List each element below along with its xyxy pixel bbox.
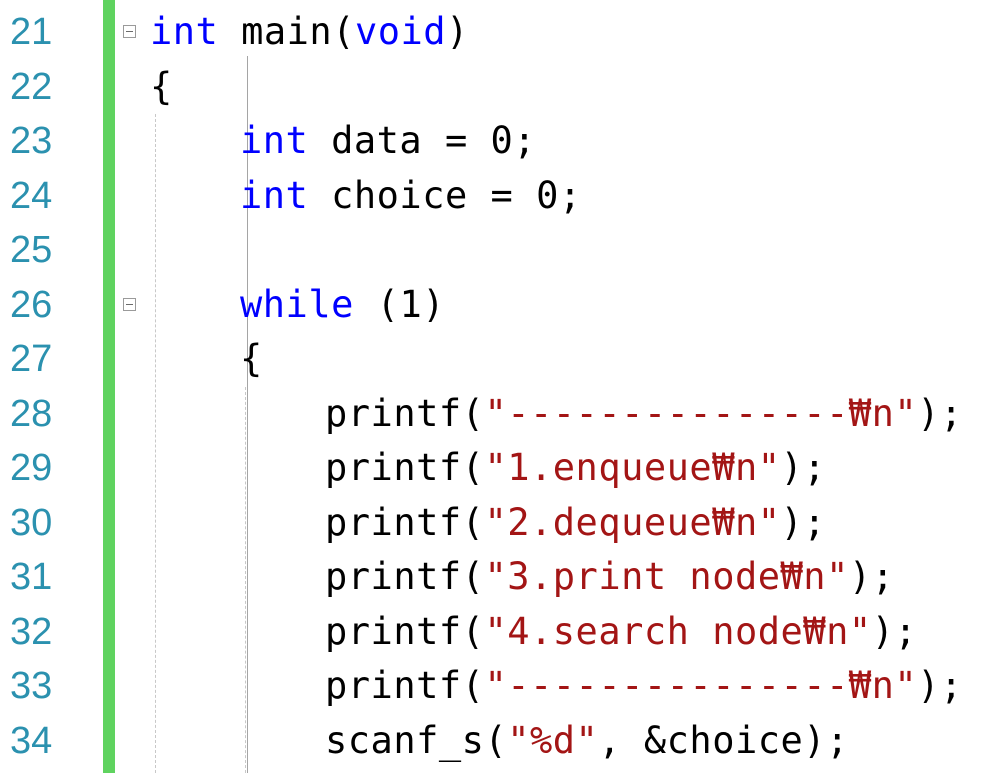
keyword-token: int	[240, 173, 309, 217]
code-token: printf(	[325, 664, 485, 707]
code-line: printf("1.enqueue₩n");	[325, 441, 826, 495]
line-number: 31	[10, 556, 53, 598]
code-token: )	[446, 10, 469, 53]
line-number: 24	[10, 174, 53, 217]
code-token: );	[780, 500, 827, 544]
code-token: );	[871, 609, 918, 653]
code-token: choice = 0;	[308, 173, 582, 217]
code-token: main(	[218, 10, 355, 53]
keyword-token: void	[354, 10, 447, 53]
line-number: 30	[10, 501, 53, 544]
line-number: 29	[10, 447, 53, 489]
code-line: printf("2.dequeue₩n");	[325, 496, 826, 550]
code-line: int choice = 0;	[240, 169, 582, 223]
change-tracking-bar	[103, 0, 115, 773]
code-token: );	[848, 555, 895, 598]
line-number: 21	[10, 11, 53, 53]
string-token: "---------------₩n"	[484, 664, 918, 707]
code-line: printf("---------------₩n");	[325, 387, 963, 441]
code-token: data = 0;	[308, 119, 537, 162]
code-line: {	[150, 60, 173, 114]
code-editor[interactable]: 21 22 23 24 25 26 27 28 29 30 31 32 33 3…	[0, 0, 993, 773]
code-token: {	[150, 64, 173, 108]
line-number: 25	[10, 229, 53, 271]
code-token: {	[240, 337, 263, 380]
code-token: scanf_s(	[325, 718, 508, 762]
code-line: scanf_s("%d", &choice);	[325, 714, 849, 768]
outlining-gutter	[117, 0, 248, 773]
code-line: {	[240, 332, 263, 386]
line-number: 26	[10, 283, 53, 326]
keyword-token: while	[240, 282, 354, 326]
string-token: "2.dequeue₩n"	[484, 500, 781, 544]
line-number: 33	[10, 665, 53, 707]
code-line: int main(void)	[150, 5, 469, 59]
code-line: printf("---------------₩n");	[325, 659, 963, 713]
string-token: "4.search node₩n"	[484, 609, 872, 653]
code-line: int data = 0;	[240, 114, 536, 168]
indent-guide	[155, 114, 156, 773]
code-token: );	[917, 391, 963, 435]
line-number: 34	[10, 719, 53, 762]
code-token: printf(	[325, 500, 485, 544]
code-token: printf(	[325, 391, 485, 435]
keyword-token: int	[150, 10, 219, 53]
line-number: 22	[10, 65, 53, 108]
code-token: , &choice);	[598, 718, 849, 762]
string-token: "---------------₩n"	[484, 391, 918, 435]
keyword-token: int	[240, 119, 309, 162]
code-token: );	[917, 664, 963, 707]
collapse-minus-icon[interactable]	[123, 25, 136, 38]
code-token: printf(	[325, 609, 485, 653]
code-line: printf("3.print node₩n");	[325, 550, 894, 604]
code-token: );	[780, 446, 827, 489]
line-number: 28	[10, 392, 53, 435]
code-token: printf(	[325, 446, 485, 489]
code-token: (1)	[353, 282, 445, 326]
line-number: 32	[10, 610, 53, 653]
string-token: "3.print node₩n"	[484, 555, 849, 598]
code-token: printf(	[325, 555, 485, 598]
string-token: "1.enqueue₩n"	[484, 446, 781, 489]
line-number: 23	[10, 120, 53, 162]
line-number: 27	[10, 338, 53, 380]
string-token: "%d"	[507, 718, 599, 762]
code-line: printf("4.search node₩n");	[325, 605, 917, 659]
collapse-minus-icon[interactable]	[123, 297, 136, 311]
indent-guide	[245, 386, 246, 773]
code-line: while (1)	[240, 278, 445, 332]
